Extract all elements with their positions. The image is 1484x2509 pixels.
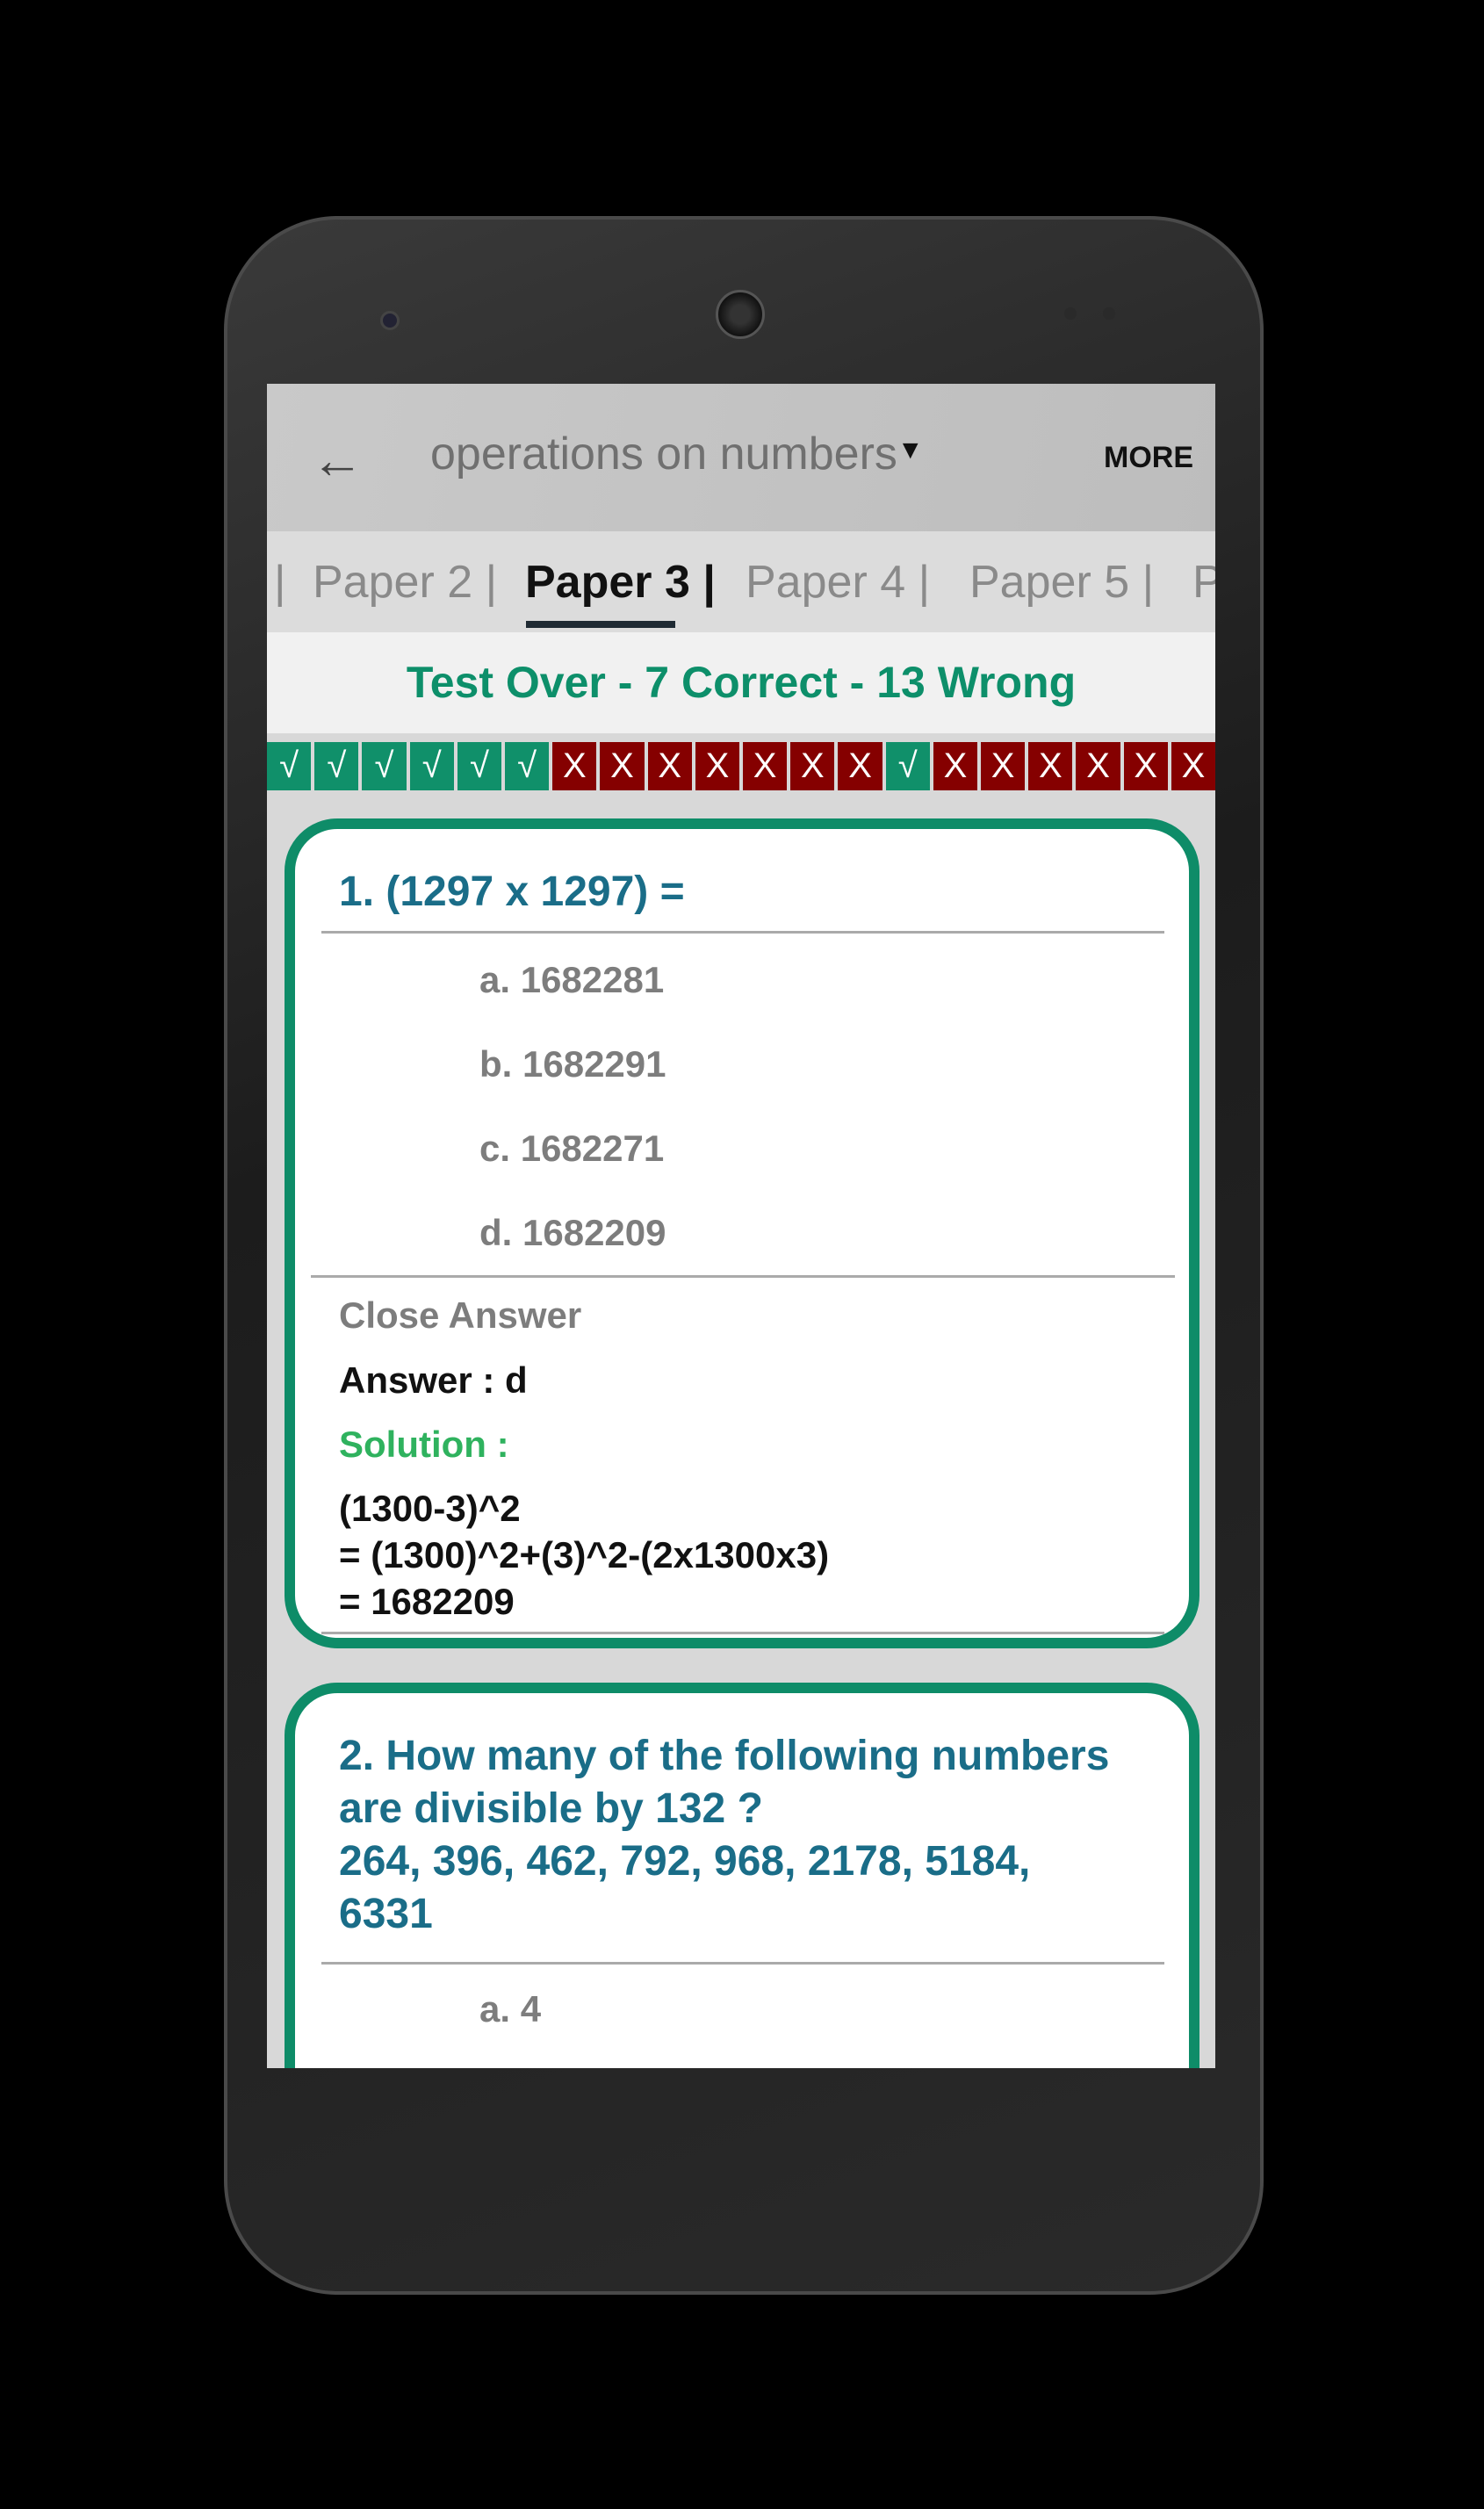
tab-paper-2[interactable]: Paper 2 | <box>313 556 497 609</box>
arrow-left-icon[interactable]: ← <box>311 429 364 490</box>
option-c[interactable]: c. 1682271 <box>479 1128 664 1170</box>
result-correct-box[interactable]: √ <box>362 742 407 790</box>
result-wrong-box[interactable]: X <box>790 742 835 790</box>
earpiece-speaker <box>716 290 765 339</box>
result-wrong-box[interactable]: X <box>981 742 1026 790</box>
result-wrong-box[interactable]: X <box>933 742 978 790</box>
caret-down-icon: ▼ <box>897 436 924 465</box>
active-tab-indicator <box>526 621 675 628</box>
option-b[interactable]: b. 1682291 <box>479 1043 666 1085</box>
question-card-1: 1. (1297 x 1297) = a. 1682281 b. 1682291… <box>285 818 1199 1648</box>
solution-line: = (1300)^2+(3)^2-(2x1300x3) <box>339 1534 830 1575</box>
app-screen: ← operations on numbers▼ MORE | Paper 2 … <box>267 384 1215 2068</box>
tab-paper-5[interactable]: Paper 5 | <box>969 556 1154 609</box>
option-d[interactable]: d. 1682209 <box>479 1212 666 1254</box>
question-text: 1. (1297 x 1297) = <box>339 869 685 915</box>
result-wrong-box[interactable]: X <box>1171 742 1215 790</box>
more-button[interactable]: MORE <box>1104 441 1193 475</box>
tab-separator: | <box>274 557 286 608</box>
test-result-summary: Test Over - 7 Correct - 13 Wrong <box>267 632 1215 733</box>
paper-tabs: | Paper 2 | Paper 3 | Paper 4 | Paper 5 … <box>267 531 1215 632</box>
result-correct-box[interactable]: √ <box>314 742 359 790</box>
results-strip: √ √ √ √ √ √ X X X X X X X √ X X X X X X <box>267 742 1215 790</box>
result-wrong-box[interactable]: X <box>1028 742 1073 790</box>
result-wrong-box[interactable]: X <box>647 742 692 790</box>
result-wrong-box[interactable]: X <box>743 742 788 790</box>
tab-paper-6[interactable]: P <box>1192 556 1215 609</box>
divider <box>321 1632 1164 1634</box>
result-wrong-box[interactable]: X <box>1076 742 1120 790</box>
tab-paper-4[interactable]: Paper 4 | <box>746 556 930 609</box>
sensor <box>1103 307 1115 320</box>
result-correct-box[interactable]: √ <box>505 742 550 790</box>
question-text-line: 2. How many of the following numbers <box>339 1733 1110 1779</box>
result-wrong-box[interactable]: X <box>1123 742 1168 790</box>
question-card-2: 2. How many of the following numbers are… <box>285 1683 1199 2068</box>
topic-title: operations on numbers <box>430 429 897 479</box>
close-answer-button[interactable]: Close Answer <box>339 1294 581 1337</box>
solution-line: = 1682209 <box>339 1581 515 1622</box>
result-wrong-box[interactable]: X <box>552 742 597 790</box>
option-a[interactable]: a. 4 <box>479 1988 541 2030</box>
result-correct-box[interactable]: √ <box>457 742 502 790</box>
result-wrong-box[interactable]: X <box>600 742 645 790</box>
question-text-line: 6331 <box>339 1891 433 1937</box>
solution-label: Solution : <box>339 1424 509 1465</box>
result-correct-box[interactable]: √ <box>885 742 930 790</box>
result-wrong-box[interactable]: X <box>838 742 882 790</box>
sensor <box>1064 307 1077 320</box>
divider <box>321 1962 1164 1965</box>
option-a[interactable]: a. 1682281 <box>479 959 664 1001</box>
front-camera <box>380 311 400 330</box>
tab-paper-3[interactable]: Paper 3 | <box>525 556 716 609</box>
result-correct-box[interactable]: √ <box>409 742 454 790</box>
divider <box>311 1275 1175 1278</box>
solution-line: (1300-3)^2 <box>339 1488 521 1529</box>
answer-text: Answer : d <box>339 1359 528 1401</box>
result-wrong-box[interactable]: X <box>695 742 740 790</box>
app-bar: ← operations on numbers▼ MORE <box>267 384 1215 531</box>
question-text-line: are divisible by 132 ? <box>339 1785 763 1832</box>
topic-dropdown[interactable]: operations on numbers▼ <box>430 428 924 480</box>
result-correct-box[interactable]: √ <box>267 742 312 790</box>
question-text-line: 264, 396, 462, 792, 968, 2178, 5184, <box>339 1838 1031 1885</box>
divider <box>321 931 1164 934</box>
